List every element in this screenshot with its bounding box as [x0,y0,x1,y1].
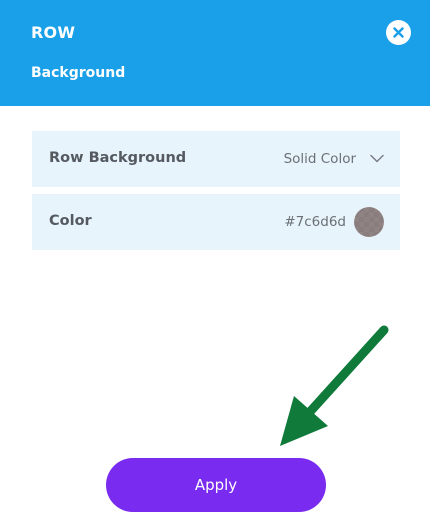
panel-title: ROW [31,23,76,42]
color-field: Color #7c6d6d [32,194,400,250]
panel-subtitle: Background [31,65,126,81]
close-button[interactable] [386,20,411,45]
apply-button[interactable]: Apply [106,458,326,512]
arrow-down-left-icon [280,325,389,446]
panel-header: ROW Background [0,0,430,106]
row-settings-panel: ROW Background Row Background Solid Colo… [0,0,430,531]
chevron-down-icon[interactable] [370,154,384,163]
row-background-value[interactable]: Solid Color [284,151,356,167]
color-swatch-fill [354,207,384,237]
row-background-select[interactable]: Row Background Solid Color [32,131,400,187]
color-hex-value: #7c6d6d [284,214,346,230]
row-background-label: Row Background [49,150,187,166]
color-label: Color [49,213,92,229]
color-swatch[interactable] [354,207,384,237]
close-icon [393,27,404,38]
